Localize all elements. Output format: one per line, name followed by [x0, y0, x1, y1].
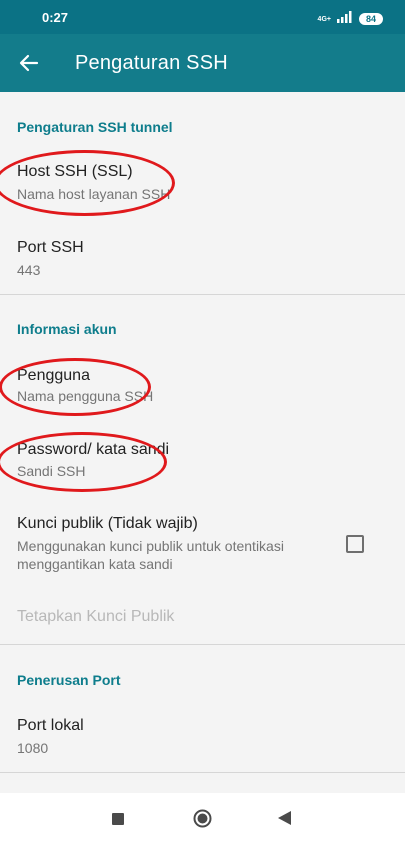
- pref-ssh-port[interactable]: Port SSH 443: [0, 228, 405, 290]
- pref-ssh-port-summary: 443: [17, 262, 41, 278]
- section-header-account: Informasi akun: [17, 321, 117, 337]
- pref-password[interactable]: Password/ kata sandi Sandi SSH: [0, 430, 405, 492]
- pref-ssh-port-title: Port SSH: [17, 239, 84, 256]
- pref-local-port[interactable]: Port lokal 1080: [0, 706, 405, 768]
- pref-local-port-summary: 1080: [17, 740, 49, 756]
- status-time: 0:27: [42, 10, 69, 25]
- signal-icon: [336, 10, 353, 28]
- pref-public-key-summary-line1: Menggunakan kunci publik untuk otentikas…: [17, 538, 284, 554]
- section-divider: [0, 294, 405, 295]
- pref-local-port-title: Port lokal: [17, 717, 84, 734]
- pref-public-key-summary-line2: menggantikan kata sandi: [17, 556, 173, 572]
- pref-ssh-host[interactable]: Host SSH (SSL) Nama host layanan SSH: [0, 152, 405, 214]
- pref-set-public-key: Tetapkan Kunci Publik: [0, 594, 405, 640]
- square-icon[interactable]: [112, 812, 124, 830]
- pref-username[interactable]: Pengguna Nama pengguna SSH: [0, 356, 405, 418]
- arrow-left-icon[interactable]: [18, 52, 40, 74]
- status-bar: 0:27 4G+ 84: [0, 0, 405, 34]
- pref-public-key-title: Kunci publik (Tidak wajib): [17, 515, 198, 532]
- pref-public-key[interactable]: Kunci publik (Tidak wajib) Menggunakan k…: [0, 504, 405, 578]
- system-navigation-bar: [0, 793, 405, 843]
- section-divider: [0, 644, 405, 645]
- pref-password-title: Password/ kata sandi: [17, 441, 170, 458]
- status-icons: 4G+ 84: [318, 10, 383, 28]
- app-bar: Pengaturan SSH: [0, 34, 405, 92]
- section-divider: [0, 772, 405, 773]
- pref-username-title: Pengguna: [17, 367, 90, 384]
- pref-set-public-key-title: Tetapkan Kunci Publik: [17, 608, 175, 625]
- pref-username-summary: Nama pengguna SSH: [17, 388, 154, 404]
- network-type-label: 4G+: [317, 15, 331, 23]
- circle-icon[interactable]: [193, 809, 212, 833]
- section-header-ssh-tunnel: Pengaturan SSH tunnel: [17, 119, 173, 135]
- section-header-port-forwarding: Penerusan Port: [17, 672, 121, 688]
- pref-password-summary: Sandi SSH: [17, 463, 86, 479]
- pref-ssh-host-summary: Nama host layanan SSH: [17, 186, 171, 202]
- triangle-back-icon[interactable]: [278, 811, 291, 830]
- battery-indicator: 84: [358, 13, 383, 25]
- public-key-checkbox[interactable]: [346, 535, 364, 553]
- pref-ssh-host-title: Host SSH (SSL): [17, 163, 133, 180]
- page-title: Pengaturan SSH: [75, 52, 228, 74]
